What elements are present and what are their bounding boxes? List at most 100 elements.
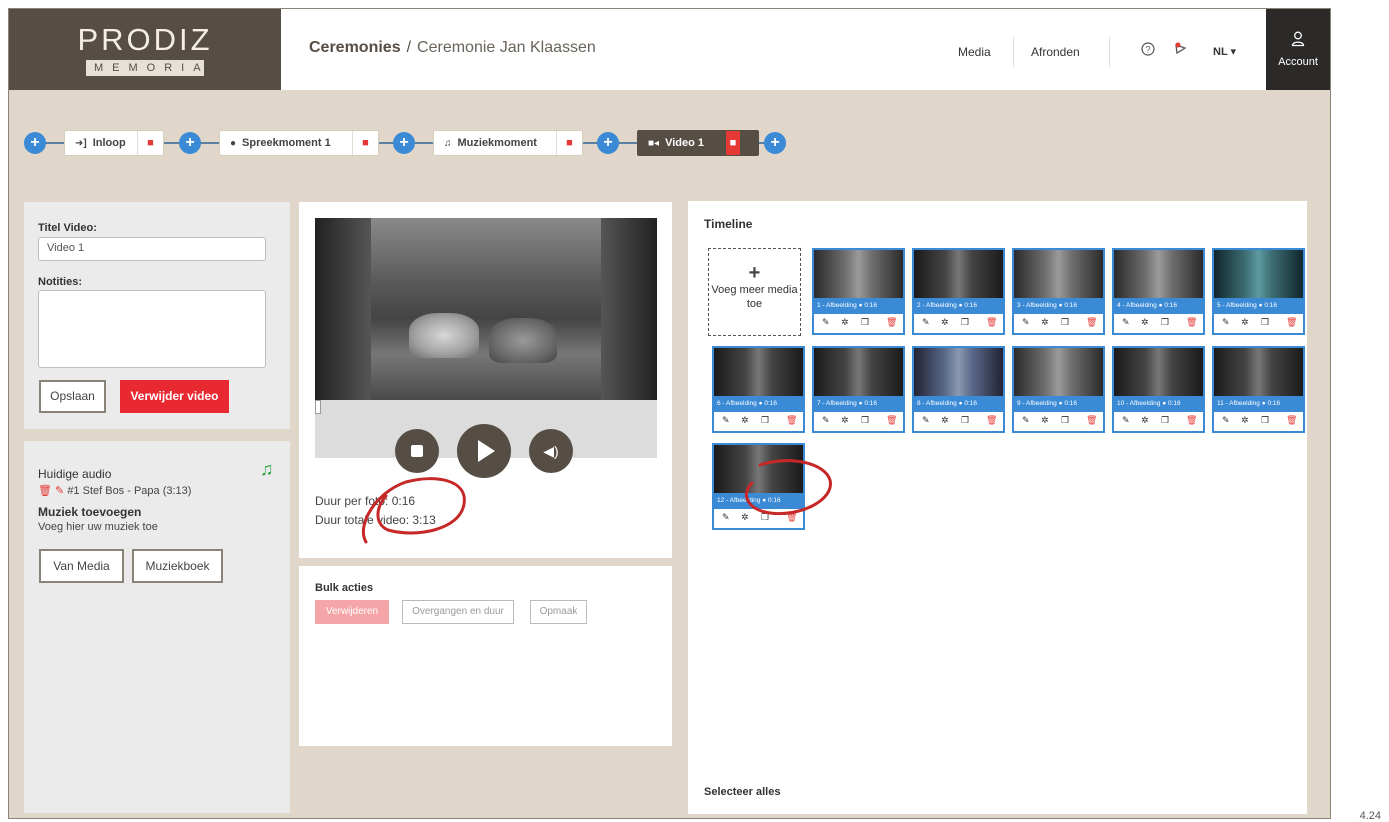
thumbnail-image <box>814 348 903 396</box>
trash-icon[interactable]: 🗑 <box>986 317 997 328</box>
stop-button[interactable] <box>395 429 439 473</box>
timeline-item[interactable]: 5 - Afbeelding ● 0:16 ✎ ✲ ❐ 🗑 <box>1212 248 1305 335</box>
help-icon[interactable]: ? <box>1141 42 1155 59</box>
copy-icon[interactable]: ❐ <box>1261 415 1269 426</box>
timeline-item[interactable]: 1 - Afbeelding ● 0:16 ✎ ✲ ❐ 🗑 <box>812 248 905 335</box>
logo[interactable]: PRODIZ MEMORIA <box>9 9 281 90</box>
edit-icon[interactable]: ✎ <box>1022 415 1030 426</box>
add-moment-button[interactable]: + <box>179 132 201 154</box>
edit-icon[interactable]: ✎ <box>822 415 830 426</box>
timeline-item[interactable]: 11 - Afbeelding ● 0:16 ✎ ✲ ❐ 🗑 <box>1212 346 1305 433</box>
copy-icon[interactable]: ❐ <box>761 415 769 426</box>
trash-icon[interactable]: 🗑 <box>1186 415 1197 426</box>
gear-icon[interactable]: ✲ <box>1241 415 1249 426</box>
trash-icon[interactable]: 🗑 <box>1286 317 1297 328</box>
copy-icon[interactable]: ❐ <box>1261 317 1269 328</box>
gear-icon[interactable]: ✲ <box>841 317 849 328</box>
trash-icon[interactable]: 🗑 <box>986 415 997 426</box>
trash-icon[interactable]: ■ <box>137 131 163 155</box>
notes-textarea[interactable] <box>38 290 266 368</box>
trash-icon[interactable]: 🗑 <box>38 485 52 497</box>
edit-icon[interactable]: ✎ <box>922 317 930 328</box>
timeline-item[interactable]: 2 - Afbeelding ● 0:16 ✎ ✲ ❐ 🗑 <box>912 248 1005 335</box>
gear-icon[interactable]: ✲ <box>1141 317 1149 328</box>
edit-icon[interactable]: ✎ <box>1222 415 1230 426</box>
edit-icon[interactable]: ✎ <box>1122 317 1130 328</box>
notification-icon[interactable] <box>1173 42 1189 61</box>
copy-icon[interactable]: ❐ <box>961 317 969 328</box>
trash-icon[interactable]: 🗑 <box>1086 317 1097 328</box>
timeline-item[interactable]: 7 - Afbeelding ● 0:16 ✎ ✲ ❐ 🗑 <box>812 346 905 433</box>
copy-icon[interactable]: ❐ <box>1161 317 1169 328</box>
trash-icon[interactable]: 🗑 <box>1286 415 1297 426</box>
trash-icon[interactable]: 🗑 <box>1086 415 1097 426</box>
nav-media[interactable]: Media <box>958 45 991 59</box>
account-button[interactable]: Account <box>1266 9 1330 90</box>
gear-icon[interactable]: ✲ <box>1241 317 1249 328</box>
edit-icon[interactable]: ✎ <box>722 415 730 426</box>
edit-icon[interactable]: ✎ <box>922 415 930 426</box>
trash-icon[interactable]: ■ <box>352 131 378 155</box>
add-moment-button[interactable]: + <box>24 132 46 154</box>
edit-icon[interactable]: ✎ <box>1222 317 1230 328</box>
edit-icon[interactable]: ✎ <box>1122 415 1130 426</box>
gear-icon[interactable]: ✲ <box>841 415 849 426</box>
clock-icon: ● <box>858 302 863 309</box>
moment-inloop[interactable]: ➜] Inloop ■ <box>64 130 164 156</box>
gear-icon[interactable]: ✲ <box>741 415 749 426</box>
timeline-item[interactable]: 4 - Afbeelding ● 0:16 ✎ ✲ ❐ 🗑 <box>1112 248 1205 335</box>
add-media-button[interactable]: + Voeg meer media toe <box>708 248 801 336</box>
edit-icon[interactable]: ✎ <box>55 485 64 497</box>
gear-icon[interactable]: ✲ <box>1141 415 1149 426</box>
bulk-transitions-button[interactable]: Overgangen en duur <box>402 600 514 624</box>
timeline-item[interactable]: 9 - Afbeelding ● 0:16 ✎ ✲ ❐ 🗑 <box>1012 346 1105 433</box>
thumbnail-image <box>1214 348 1303 396</box>
save-button[interactable]: Opslaan <box>39 380 106 413</box>
add-moment-button[interactable]: + <box>393 132 415 154</box>
timeline-item[interactable]: 3 - Afbeelding ● 0:16 ✎ ✲ ❐ 🗑 <box>1012 248 1105 335</box>
clock-icon: ● <box>1058 400 1063 407</box>
bulk-delete-button[interactable]: Verwijderen <box>315 600 389 624</box>
gear-icon[interactable]: ✲ <box>1041 415 1049 426</box>
trash-icon[interactable]: ■ <box>726 131 740 155</box>
delete-video-button[interactable]: Verwijder video <box>120 380 229 413</box>
thumbnail-caption: 1 - Afbeelding ● 0:16 <box>814 298 903 314</box>
moment-muziekmoment[interactable]: ♫ Muziekmoment ■ <box>433 130 583 156</box>
add-moment-button[interactable]: + <box>764 132 786 154</box>
copy-icon[interactable]: ❐ <box>1161 415 1169 426</box>
trash-icon[interactable]: 🗑 <box>886 317 897 328</box>
title-input[interactable]: Video 1 <box>38 237 266 261</box>
trash-icon[interactable]: ■ <box>556 131 582 155</box>
select-all-link[interactable]: Selecteer alles <box>704 786 780 798</box>
copy-icon[interactable]: ❐ <box>1061 317 1069 328</box>
timeline-item[interactable]: 10 - Afbeelding ● 0:16 ✎ ✲ ❐ 🗑 <box>1112 346 1205 433</box>
edit-icon[interactable]: ✎ <box>822 317 830 328</box>
gear-icon[interactable]: ✲ <box>1041 317 1049 328</box>
nav-afronden[interactable]: Afronden <box>1031 45 1080 59</box>
edit-icon[interactable]: ✎ <box>722 512 730 523</box>
language-select[interactable]: NL ▾ <box>1213 45 1236 58</box>
timeline-item[interactable]: 6 - Afbeelding ● 0:16 ✎ ✲ ❐ 🗑 <box>712 346 805 433</box>
timeline-item[interactable]: 8 - Afbeelding ● 0:16 ✎ ✲ ❐ 🗑 <box>912 346 1005 433</box>
music-book-button[interactable]: Muziekboek <box>132 549 223 583</box>
edit-icon[interactable]: ✎ <box>1022 317 1030 328</box>
add-moment-button[interactable]: + <box>597 132 619 154</box>
copy-icon[interactable]: ❐ <box>861 317 869 328</box>
gear-icon[interactable]: ✲ <box>941 415 949 426</box>
video-preview[interactable] <box>315 218 657 400</box>
copy-icon[interactable]: ❐ <box>961 415 969 426</box>
clock-icon: ● <box>1258 302 1263 309</box>
trash-icon[interactable]: 🗑 <box>886 415 897 426</box>
playhead[interactable] <box>315 400 321 414</box>
gear-icon[interactable]: ✲ <box>941 317 949 328</box>
from-media-button[interactable]: Van Media <box>39 549 124 583</box>
bulk-layout-button[interactable]: Opmaak <box>530 600 587 624</box>
trash-icon[interactable]: 🗑 <box>1186 317 1197 328</box>
breadcrumb-parent[interactable]: Ceremonies <box>309 39 401 56</box>
moment-spreekmoment[interactable]: ● Spreekmoment 1 ■ <box>219 130 379 156</box>
copy-icon[interactable]: ❐ <box>1061 415 1069 426</box>
moment-video[interactable]: ■◂ Video 1 ■ <box>637 130 759 156</box>
copy-icon[interactable]: ❐ <box>861 415 869 426</box>
volume-button[interactable]: ◀) <box>529 429 573 473</box>
trash-icon[interactable]: 🗑 <box>786 415 797 426</box>
